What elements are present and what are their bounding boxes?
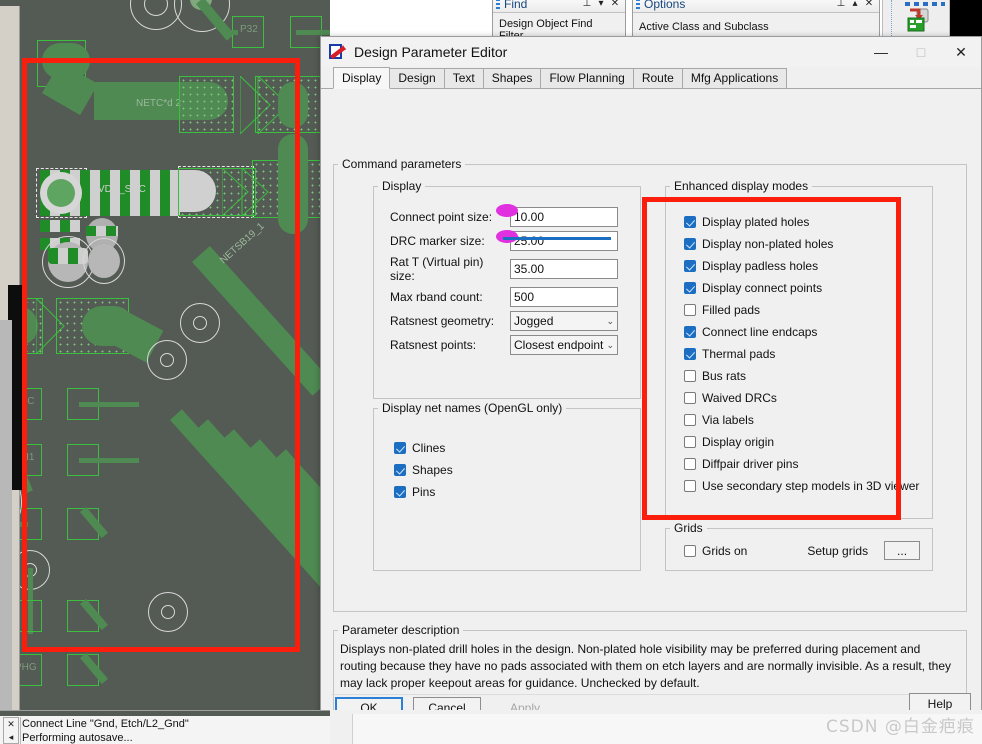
tab-design[interactable]: Design	[389, 68, 445, 88]
field-label: Rat T (Virtual pin) size:	[390, 255, 484, 283]
tab-text[interactable]: Text	[443, 68, 484, 88]
checkbox-icon[interactable]	[394, 442, 406, 454]
design-parameter-editor-dialog[interactable]: Design Parameter Editor — □ ✕ Display De…	[320, 36, 982, 736]
annotation-marker	[496, 204, 518, 217]
chevron-down-icon: ⌄	[606, 340, 614, 350]
connect-point-size-input[interactable]: 10.00	[510, 207, 618, 227]
chevron-down-icon[interactable]: ▾	[594, 0, 608, 11]
field-ratsnest-geometry: Ratsnest geometry: Jogged ⌄	[390, 311, 640, 331]
maximize-button[interactable]: □	[901, 38, 941, 67]
display-net-names-group: Display net names (OpenGL only) Clines S…	[373, 401, 641, 571]
ratsnest-points-select[interactable]: Closest endpoint ⌄	[510, 335, 618, 355]
canvas-scroll-strip[interactable]	[0, 320, 12, 710]
export-grid-icon[interactable]	[907, 7, 937, 33]
dialog-tabs[interactable]: Display Design Text Shapes Flow Planning…	[321, 67, 981, 89]
scroll-left-icon[interactable]: ◂	[4, 731, 18, 744]
console-divider	[20, 717, 21, 744]
watermark: CSDN @白金疤痕	[826, 717, 975, 737]
annotation-rect-enhanced	[642, 197, 901, 520]
description-legend: Parameter description	[342, 623, 460, 637]
find-panel-titlebar: Find ⊥ ▾ ✕	[493, 0, 625, 13]
minimize-button[interactable]: —	[861, 38, 901, 67]
command-parameters-legend: Command parameters	[342, 157, 462, 171]
field-ratsnest-points: Ratsnest points: Closest endpoint ⌄	[390, 335, 640, 355]
grip-icon	[496, 0, 500, 9]
pcb-trace	[222, 30, 238, 35]
console-line-2: Performing autosave...	[22, 732, 133, 744]
canvas-dark-edge	[0, 0, 20, 6]
field-label: Ratsnest geometry:	[390, 314, 495, 328]
console-gutter[interactable]: ✕ ◂	[3, 717, 19, 744]
field-rat-t-size: Rat T (Virtual pin) size: 35.00	[390, 255, 640, 283]
ratsnest-geometry-select[interactable]: Jogged ⌄	[510, 311, 618, 331]
pin-icon[interactable]: ⊥	[834, 0, 848, 11]
tab-route[interactable]: Route	[632, 68, 683, 88]
enhanced-legend: Enhanced display modes	[674, 179, 809, 193]
max-rband-count-input[interactable]: 500	[510, 287, 618, 307]
setup-grids-button[interactable]: ...	[884, 541, 921, 560]
grip-icon	[636, 0, 640, 9]
drc-marker-size-input[interactable]: 25.00	[510, 231, 618, 251]
field-label: DRC marker size:	[390, 234, 485, 248]
pin-icon[interactable]: ⊥	[580, 0, 594, 11]
tab-mfg-applications[interactable]: Mfg Applications	[681, 68, 788, 88]
options-active-class-label: Active Class and Subclass	[639, 21, 769, 33]
toolbar-dotted-handle[interactable]	[891, 0, 892, 36]
checkbox-pins[interactable]: Pins	[394, 481, 640, 503]
field-max-rband-count: Max rband count: 500	[390, 287, 640, 307]
close-button[interactable]: ✕	[941, 38, 981, 67]
toolbar-blue-dots	[905, 2, 945, 6]
annotation-underline	[503, 237, 611, 240]
field-label: Connect point size:	[390, 210, 493, 224]
options-panel-body: Active Class and Subclass	[633, 13, 879, 38]
grids-group: Grids Grids on Setup grids ...	[665, 521, 933, 571]
grids-legend: Grids	[674, 521, 703, 535]
checkbox-shapes[interactable]: Shapes	[394, 459, 640, 481]
chevron-down-icon: ⌄	[606, 316, 614, 326]
toolbar-black-region	[950, 0, 982, 36]
annotation-rect-canvas	[22, 58, 300, 652]
checkbox-label: Pins	[412, 485, 436, 499]
net-names-legend: Display net names (OpenGL only)	[382, 401, 563, 415]
dialog-titlebar[interactable]: Design Parameter Editor — □ ✕	[321, 37, 981, 67]
options-panel[interactable]: Options ⊥ ▴ ✕ Active Class and Subclass	[632, 0, 880, 38]
grids-on-label: Grids on	[702, 543, 748, 558]
checkbox-icon[interactable]	[394, 486, 406, 498]
checkbox-label: Clines	[412, 441, 446, 455]
tab-shapes[interactable]: Shapes	[482, 68, 542, 88]
allegro-logo-icon	[329, 43, 346, 61]
toolbar-strip	[882, 0, 950, 36]
setup-grids-label: Setup grids	[807, 543, 869, 558]
console-panel: ✕ ◂ Connect Line "Gnd, Etch/L2_Gnd" Perf…	[0, 710, 330, 744]
dialog-body: Command parameters Display Connect point…	[321, 89, 981, 725]
chevron-up-icon[interactable]: ▴	[848, 0, 862, 11]
close-icon[interactable]: ✕	[608, 0, 622, 11]
console-line-1: Connect Line "Gnd, Etch/L2_Gnd"	[22, 718, 189, 730]
display-group-legend: Display	[382, 179, 422, 193]
console-top-band	[0, 711, 330, 716]
checkbox-label: Shapes	[412, 463, 453, 477]
checkbox-grids-on[interactable]	[684, 544, 696, 557]
field-label: Ratsnest points:	[390, 338, 477, 352]
close-icon[interactable]: ✕	[4, 718, 18, 731]
checkbox-icon[interactable]	[394, 464, 406, 476]
pcb-label: P32	[240, 24, 258, 35]
find-panel[interactable]: Find ⊥ ▾ ✕ Design Object Find Filter	[492, 0, 626, 47]
ratsnest-points-value: Closest endpoint	[514, 338, 604, 352]
options-panel-titlebar: Options ⊥ ▴ ✕	[633, 0, 879, 13]
find-panel-title: Find	[504, 0, 528, 11]
ratsnest-geometry-value: Jogged	[514, 314, 554, 328]
options-panel-title: Options	[644, 0, 686, 11]
rat-t-size-input[interactable]: 35.00	[510, 259, 618, 279]
checkbox-clines[interactable]: Clines	[394, 437, 640, 459]
close-icon[interactable]: ✕	[862, 0, 876, 11]
field-label: Max rband count:	[390, 290, 483, 304]
pcb-trace	[296, 30, 330, 35]
console-messages: Connect Line "Gnd, Etch/L2_Gnd" Performi…	[22, 717, 189, 744]
tab-flow-planning[interactable]: Flow Planning	[540, 68, 634, 88]
dialog-title: Design Parameter Editor	[354, 44, 508, 60]
description-text: Displays non-plated drill holes in the d…	[340, 642, 952, 690]
tab-display[interactable]: Display	[333, 67, 391, 89]
